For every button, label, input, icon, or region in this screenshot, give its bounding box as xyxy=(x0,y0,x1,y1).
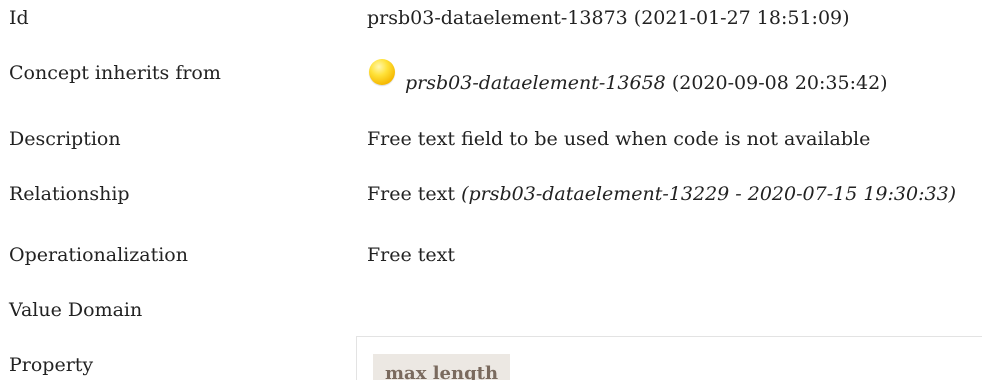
operationalization-label: Operationalization xyxy=(9,244,188,266)
description-label: Description xyxy=(9,128,121,150)
value-domain-label: Value Domain xyxy=(9,299,143,321)
relationship-value: Free text (prsb03-dataelement-13229 - 20… xyxy=(367,183,956,205)
id-label: Id xyxy=(9,7,29,29)
property-label: Property xyxy=(9,354,94,376)
concept-inherits-timestamp: (2020-09-08 20:35:42) xyxy=(671,72,888,94)
relationship-label: Relationship xyxy=(9,183,130,205)
property-header-max-length: max length xyxy=(373,354,511,380)
concept-inherits-value: prsb03-dataelement-13658 (2020-09-08 20:… xyxy=(405,72,888,94)
concept-inherits-link[interactable]: prsb03-dataelement-13658 xyxy=(405,72,666,94)
concept-inherits-label: Concept inherits from xyxy=(9,62,221,84)
relationship-text: Free text xyxy=(367,183,456,205)
description-value: Free text field to be used when code is … xyxy=(367,128,871,150)
operationalization-value: Free text xyxy=(367,244,456,266)
status-dot-icon xyxy=(369,59,395,85)
id-value: prsb03-dataelement-13873 (2021-01-27 18:… xyxy=(367,7,850,29)
relationship-ref: (prsb03-dataelement-13229 - 2020-07-15 1… xyxy=(461,183,957,205)
